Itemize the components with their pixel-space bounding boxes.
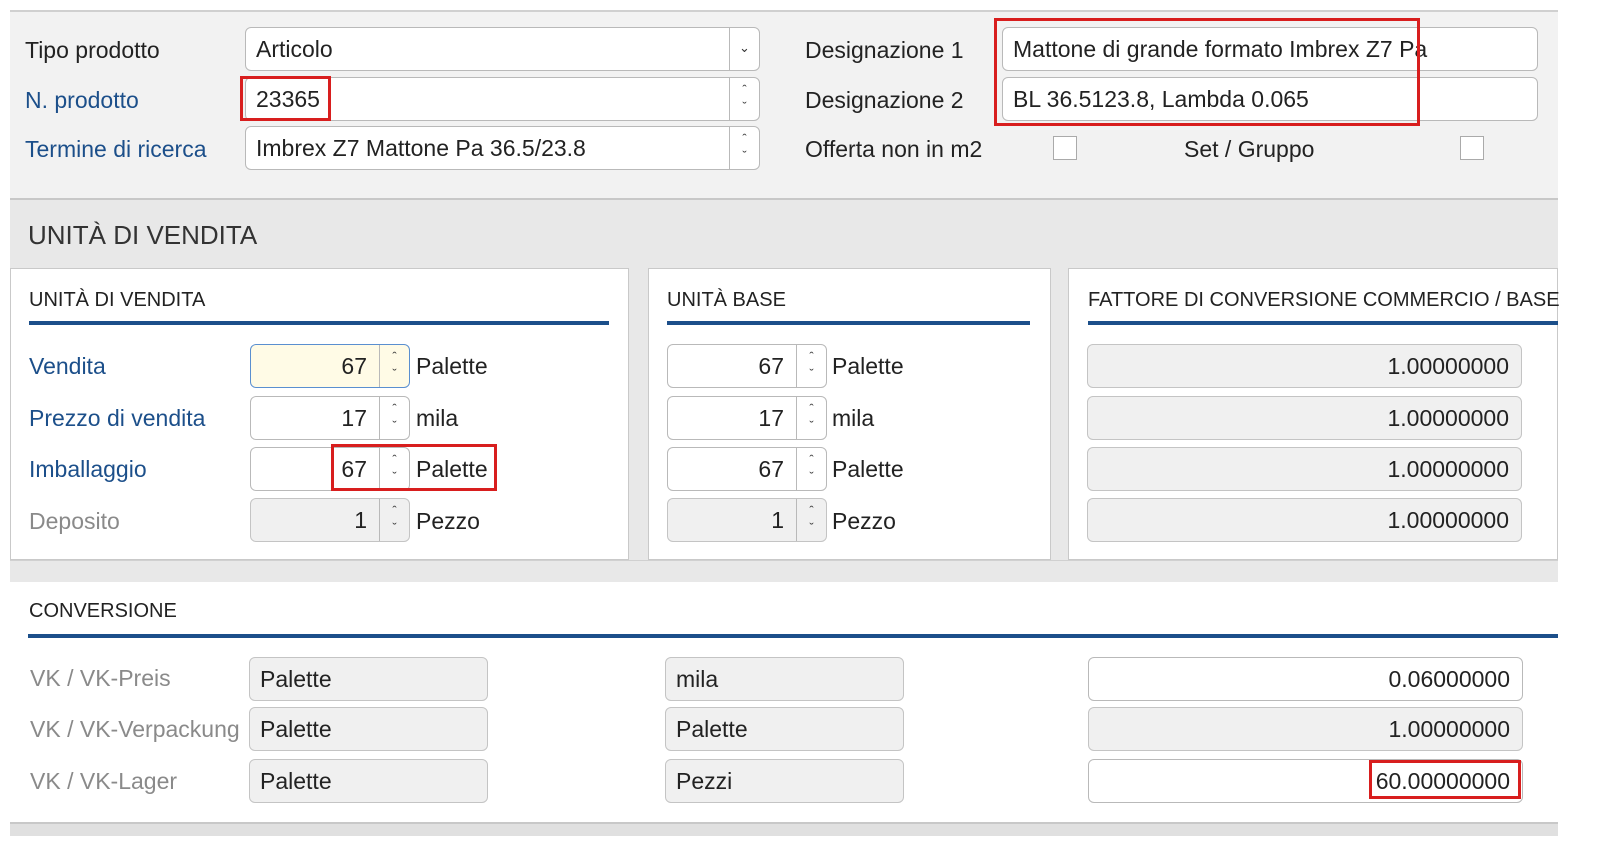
tipo-prodotto-label: Tipo prodotto <box>25 37 160 63</box>
conv-from-field: Palette <box>249 657 488 701</box>
base-vendita-unit: Palette <box>832 353 904 379</box>
conv-to-field: mila <box>665 657 904 701</box>
highlight-conv-factor <box>1369 760 1521 799</box>
card-rule <box>29 321 609 325</box>
vendita-unit: Palette <box>416 353 488 379</box>
prezzo-vendita-input[interactable]: 17 ˆˇ <box>250 396 410 440</box>
vendita-input[interactable]: 67 ˆˇ <box>250 344 410 388</box>
conv-row-label: VK / VK-Preis <box>30 665 171 691</box>
spinner-up-down-icon[interactable]: ˆˇ <box>379 345 409 387</box>
deposito-unit: Pezzo <box>416 508 480 534</box>
spinner-up-down-icon[interactable]: ˆˇ <box>796 448 826 490</box>
card-title-fattore: FATTORE DI CONVERSIONE COMMERCIO / BASE <box>1088 289 1560 311</box>
highlight-imballaggio <box>331 444 497 491</box>
conv-from-field: Palette <box>249 707 488 751</box>
base-deposito-input: 1 ˆˇ <box>667 498 827 542</box>
base-imballaggio-input[interactable]: 67 ˆˇ <box>667 447 827 491</box>
card-title-unita-vendita: UNITÀ DI VENDITA <box>29 289 206 311</box>
highlight-designazione <box>994 18 1420 126</box>
conversione-rule <box>28 634 1558 638</box>
section-title: UNITÀ DI VENDITA <box>28 220 258 250</box>
designazione1-label: Designazione 1 <box>805 37 964 63</box>
base-prezzo-input[interactable]: 17 ˆˇ <box>667 396 827 440</box>
spinner-up-down-icon: ˆˇ <box>796 499 826 541</box>
conv-row-label: VK / VK-Verpackung <box>30 716 240 742</box>
offerta-checkbox[interactable] <box>1053 136 1077 160</box>
termine-ricerca-label[interactable]: Termine di ricerca <box>25 134 207 164</box>
fattore-value-3: 1.00000000 <box>1087 447 1522 491</box>
fattore-value-4: 1.00000000 <box>1087 498 1522 542</box>
base-prezzo-unit: mila <box>832 405 875 431</box>
conv-factor-input[interactable]: 0.06000000 <box>1088 657 1523 701</box>
conv-to-field: Palette <box>665 707 904 751</box>
deposito-label: Deposito <box>29 508 120 534</box>
imballaggio-label[interactable]: Imballaggio <box>29 454 147 484</box>
bottom-divider <box>10 822 1558 836</box>
designazione2-label: Designazione 2 <box>805 87 964 113</box>
deposito-input: 1 ˆˇ <box>250 498 410 542</box>
section-divider <box>10 560 1558 582</box>
set-gruppo-label: Set / Gruppo <box>1184 136 1315 162</box>
conv-row-label: VK / VK-Lager <box>30 768 178 794</box>
spinner-up-down-icon[interactable]: ˆˇ <box>729 78 759 120</box>
conv-to-field: Pezzi <box>665 759 904 803</box>
prezzo-vendita-label[interactable]: Prezzo di vendita <box>29 403 205 433</box>
conversione-title: CONVERSIONE <box>29 600 177 622</box>
spinner-up-down-icon[interactable]: ˆˇ <box>379 397 409 439</box>
spinner-up-down-icon[interactable]: ˆˇ <box>729 127 759 169</box>
set-gruppo-checkbox[interactable] <box>1460 136 1484 160</box>
prezzo-vendita-unit: mila <box>416 405 459 431</box>
spinner-up-down-icon: ˆˇ <box>379 499 409 541</box>
spinner-up-down-icon[interactable]: ˆˇ <box>796 345 826 387</box>
card-rule <box>667 321 1030 325</box>
card-rule <box>1088 321 1558 325</box>
highlight-n-prodotto <box>240 76 331 121</box>
base-imballaggio-unit: Palette <box>832 456 904 482</box>
chevron-down-icon[interactable]: ⌄ <box>729 28 759 70</box>
base-vendita-input[interactable]: 67 ˆˇ <box>667 344 827 388</box>
base-deposito-unit: Pezzo <box>832 508 896 534</box>
conv-from-field: Palette <box>249 759 488 803</box>
tipo-prodotto-select[interactable]: Articolo ⌄ <box>245 27 760 71</box>
fattore-value-1: 1.00000000 <box>1087 344 1522 388</box>
offerta-label: Offerta non in m2 <box>805 136 983 162</box>
conv-factor-field: 1.00000000 <box>1088 707 1523 751</box>
card-title-unita-base: UNITÀ BASE <box>667 289 786 311</box>
termine-ricerca-input[interactable]: Imbrex Z7 Mattone Pa 36.5/23.8 ˆˇ <box>245 126 760 170</box>
spinner-up-down-icon[interactable]: ˆˇ <box>796 397 826 439</box>
n-prodotto-label[interactable]: N. prodotto <box>25 85 139 115</box>
vendita-label[interactable]: Vendita <box>29 351 106 381</box>
fattore-value-2: 1.00000000 <box>1087 396 1522 440</box>
